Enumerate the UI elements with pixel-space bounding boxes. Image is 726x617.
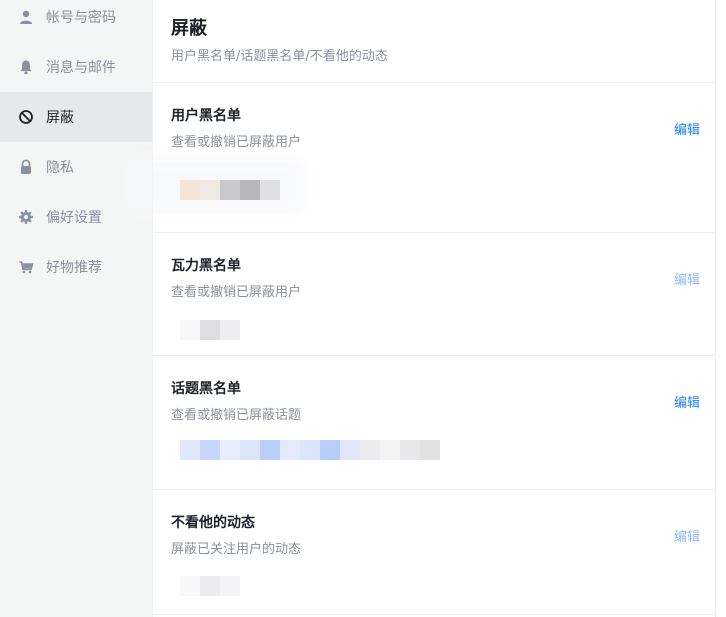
gear-icon	[18, 209, 34, 225]
user-icon	[18, 9, 34, 25]
sidebar-item-label: 帐号与密码	[46, 10, 116, 26]
edit-user-blacklist-button[interactable]: 编辑	[674, 119, 700, 138]
section-topic-blacklist: 话题黑名单 查看或撤销已屏蔽话题 编辑	[153, 356, 716, 489]
settings-app: 帐号与密码 消息与邮件 屏蔽 隐私 偏好设置 好物推荐 屏蔽 用户黑名单/话题黑…	[0, 0, 726, 617]
section-description: 查看或撤销已屏蔽话题	[171, 408, 302, 423]
blocked-topic-tags	[180, 440, 440, 460]
section-description: 屏蔽已关注用户的动态	[171, 542, 302, 557]
cart-icon	[18, 259, 34, 275]
edit-hide-activity-button[interactable]: 编辑	[674, 526, 700, 545]
bell-icon	[18, 59, 34, 75]
section-title: 用户黑名单	[171, 108, 241, 124]
section-user-blacklist: 用户黑名单 查看或撤销已屏蔽用户 编辑	[123, 83, 716, 232]
section-title: 不看他的动态	[171, 515, 255, 531]
sidebar-item-label: 偏好设置	[46, 210, 102, 226]
section-description: 查看或撤销已屏蔽用户	[171, 135, 302, 150]
sidebar-item-label: 消息与邮件	[46, 60, 116, 76]
block-settings-panel: 屏蔽 用户黑名单/话题黑名单/不看他的动态 用户黑名单 查看或撤销已屏蔽用户 编…	[123, 0, 716, 617]
settings-sidebar: 帐号与密码 消息与邮件 屏蔽 隐私 偏好设置 好物推荐	[0, 0, 152, 617]
sidebar-item-recommendations[interactable]: 好物推荐	[0, 242, 152, 292]
blocked-user-avatars	[180, 320, 240, 340]
section-hide-activity: 不看他的动态 屏蔽已关注用户的动态 编辑	[153, 490, 716, 614]
blocked-user-avatars	[180, 180, 280, 200]
edit-wali-blacklist-button[interactable]: 编辑	[674, 269, 700, 288]
section-description: 查看或撤销已屏蔽用户	[171, 285, 302, 300]
section-title: 话题黑名单	[171, 381, 241, 397]
section-title: 瓦力黑名单	[171, 258, 241, 274]
lock-icon	[18, 159, 34, 175]
edit-topic-blacklist-button[interactable]: 编辑	[674, 392, 700, 411]
sidebar-item-account[interactable]: 帐号与密码	[0, 0, 152, 42]
scrollbar[interactable]	[715, 0, 726, 617]
sidebar-item-label: 隐私	[46, 160, 74, 176]
hidden-user-avatars	[180, 576, 240, 596]
page-subtitle: 用户黑名单/话题黑名单/不看他的动态	[171, 49, 388, 64]
page-title: 屏蔽	[171, 18, 207, 39]
sidebar-item-label: 屏蔽	[46, 110, 74, 126]
sidebar-item-block[interactable]: 屏蔽	[0, 92, 152, 142]
sidebar-item-messages[interactable]: 消息与邮件	[0, 42, 152, 92]
divider	[153, 614, 716, 615]
section-wali-blacklist: 瓦力黑名单 查看或撤销已屏蔽用户 编辑	[153, 233, 716, 355]
sidebar-item-label: 好物推荐	[46, 260, 102, 276]
block-icon	[18, 109, 34, 125]
